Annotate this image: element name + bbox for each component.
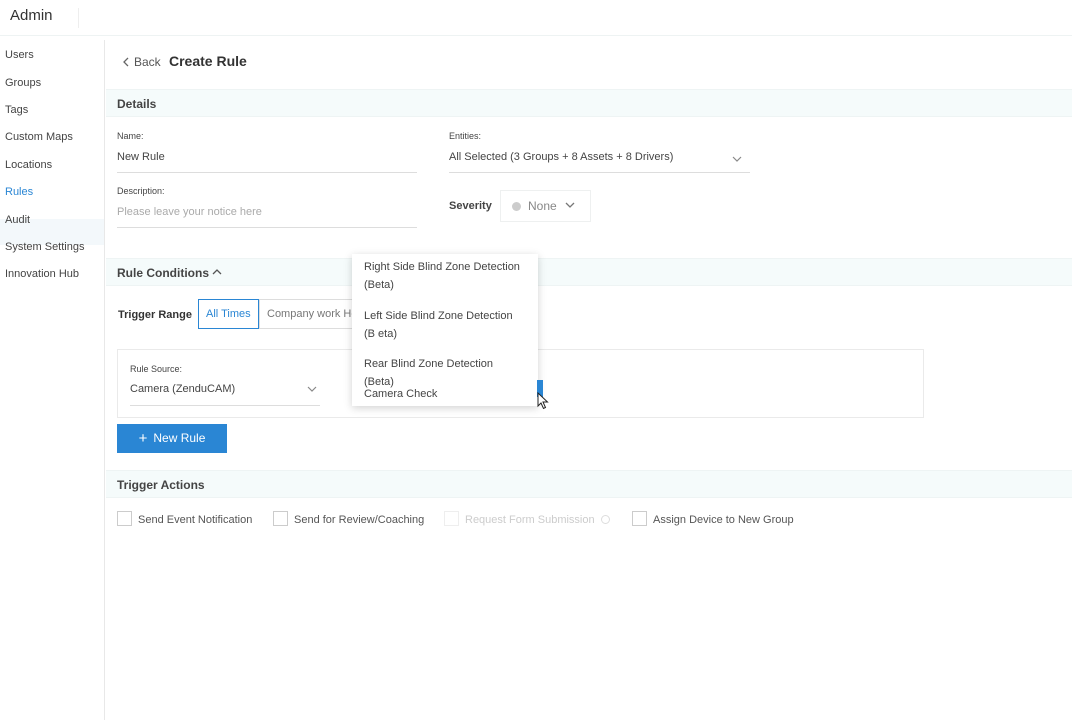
trigger-actions-section-header [106, 470, 1072, 498]
entities-underline [449, 172, 750, 173]
divider [78, 8, 79, 28]
dropdown-item-right-side-blind-zone[interactable]: Right Side Blind Zone Detection (Beta) [364, 258, 526, 294]
rule-conditions-section-header[interactable] [106, 258, 1072, 286]
checkbox-label: Send Event Notification [138, 514, 253, 526]
back-button[interactable]: Back [122, 55, 161, 69]
name-field[interactable]: New Rule [117, 151, 165, 163]
send-for-review-checkbox[interactable]: Send for Review/Coaching [273, 511, 424, 526]
chevron-down-icon[interactable] [732, 156, 742, 163]
trigger-range-label: Trigger Range [118, 309, 192, 321]
dropdown-item-left-side-blind-zone[interactable]: Left Side Blind Zone Detection (B eta) [364, 307, 526, 343]
range-option-company-work-hours[interactable]: Company work Ho [259, 299, 355, 329]
chevron-up-icon[interactable] [212, 268, 222, 275]
trigger-actions-title: Trigger Actions [117, 478, 205, 492]
checkbox-label: Assign Device to New Group [653, 514, 794, 526]
severity-label: Severity [449, 200, 492, 212]
entities-select[interactable]: All Selected (3 Groups + 8 Assets + 8 Dr… [449, 151, 673, 163]
sidebar-item-rules[interactable]: Rules [5, 186, 33, 198]
description-field[interactable]: Please leave your notice here [117, 206, 262, 218]
sidebar-item-locations[interactable]: Locations [5, 159, 52, 171]
severity-value: None [528, 199, 557, 213]
sidebar-item-tags[interactable]: Tags [5, 104, 28, 116]
description-label: Description: [117, 186, 165, 196]
range-option-all-times[interactable]: All Times [198, 299, 259, 329]
chevron-down-icon [565, 202, 575, 208]
sidebar-item-audit[interactable]: Audit [5, 214, 30, 226]
rule-conditions-title[interactable]: Rule Conditions [117, 266, 209, 280]
checkbox-box[interactable] [117, 511, 132, 526]
checkbox-box[interactable] [632, 511, 647, 526]
details-section-header [106, 89, 1072, 117]
sidebar-item-custom-maps[interactable]: Custom Maps [5, 131, 73, 143]
rule-source-label: Rule Source: [130, 364, 183, 374]
app-title: Admin [10, 7, 53, 24]
rule-source-underline [130, 405, 320, 406]
severity-dot-icon [512, 202, 521, 211]
new-rule-label: New Rule [153, 431, 206, 445]
checkbox-label: Request Form Submission [465, 514, 595, 526]
dropdown-item-camera-check[interactable]: Camera Check [364, 385, 526, 403]
name-label: Name: [117, 131, 144, 141]
sidebar-item-system-settings[interactable]: System Settings [5, 241, 84, 253]
chevron-left-icon [123, 57, 129, 67]
checkbox-box[interactable] [273, 511, 288, 526]
mouse-cursor-icon [537, 392, 549, 410]
sidebar: Users Groups Tags Custom Maps Locations … [0, 40, 105, 720]
request-form-submission-checkbox: Request Form Submission [444, 511, 610, 526]
name-underline [117, 172, 417, 173]
back-label: Back [134, 55, 161, 69]
page-title: Create Rule [169, 53, 247, 69]
assign-device-checkbox[interactable]: Assign Device to New Group [632, 511, 794, 526]
rule-type-dropdown[interactable]: Right Side Blind Zone Detection (Beta) L… [352, 254, 538, 406]
description-underline [117, 227, 417, 228]
new-rule-button[interactable]: + New Rule [117, 424, 227, 453]
sidebar-item-users[interactable]: Users [5, 49, 34, 61]
checkbox-box [444, 511, 459, 526]
sidebar-item-innovation-hub[interactable]: Innovation Hub [5, 268, 79, 280]
details-section-title: Details [117, 97, 157, 111]
rule-source-select[interactable]: Camera (ZenduCAM) [130, 383, 235, 395]
info-icon [600, 515, 610, 524]
top-bar: Admin [0, 0, 1072, 36]
sidebar-item-groups[interactable]: Groups [5, 77, 41, 89]
severity-select[interactable]: None [500, 190, 591, 222]
send-event-notification-checkbox[interactable]: Send Event Notification [117, 511, 252, 526]
checkbox-label: Send for Review/Coaching [294, 514, 425, 526]
chevron-down-icon[interactable] [307, 386, 317, 393]
plus-icon: + [138, 430, 148, 447]
entities-label: Entities: [449, 131, 482, 141]
